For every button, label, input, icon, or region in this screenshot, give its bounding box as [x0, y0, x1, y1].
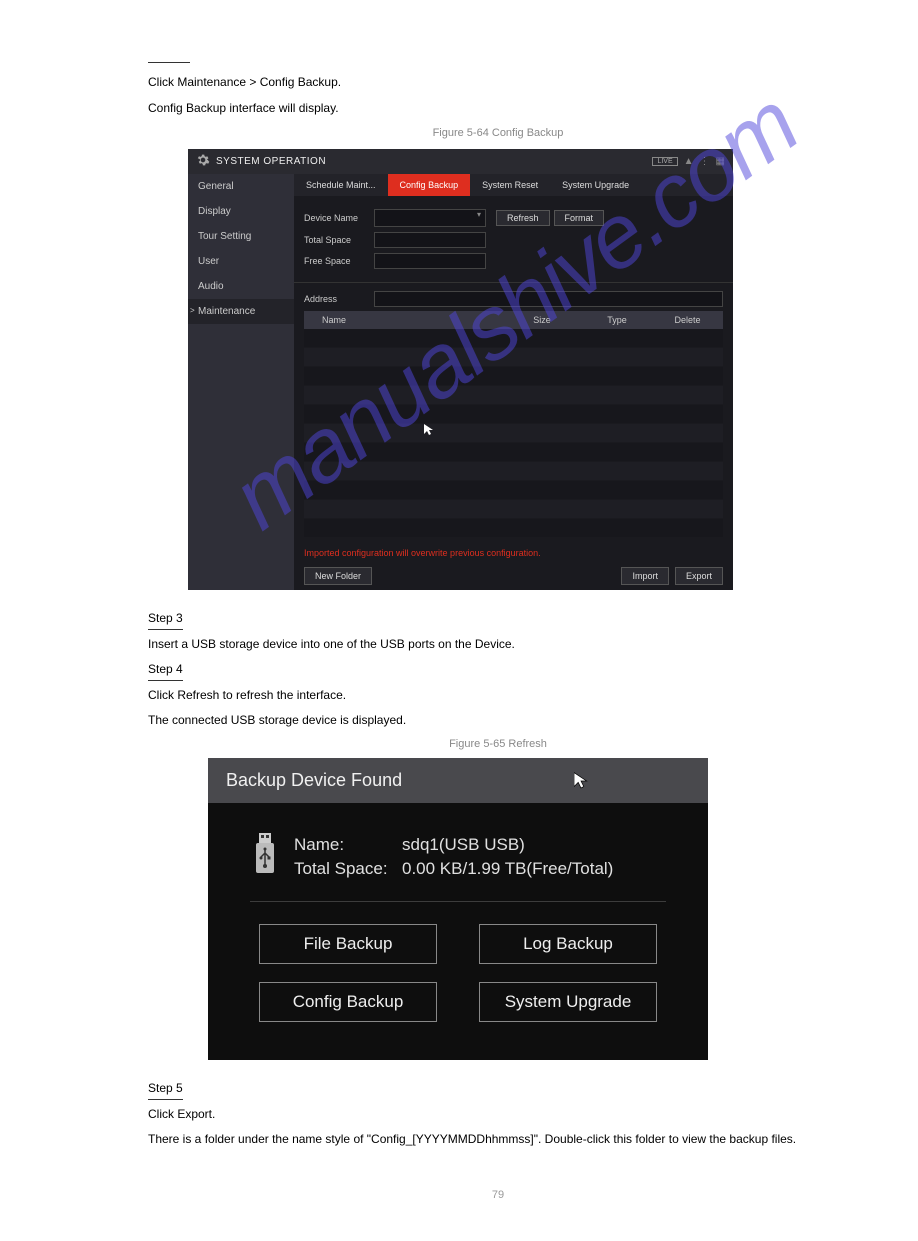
table-header: Name Size Type Delete [304, 311, 723, 329]
figure-64-caption: Figure 5-64 Config Backup [148, 127, 848, 139]
table-row [304, 329, 723, 347]
screenshot-backup-device-found: Backup Device Found [208, 758, 708, 1060]
step2-text2: Config Backup interface will display. [148, 101, 848, 115]
warning-text: Imported configuration will overwrite pr… [294, 544, 733, 562]
refresh-button[interactable]: Refresh [496, 210, 550, 226]
step2-text1: Click Maintenance > Config Backup. [148, 75, 848, 89]
table-row [304, 348, 723, 366]
free-space-field [374, 253, 486, 269]
table-row [304, 405, 723, 423]
table-row [304, 443, 723, 461]
col-size: Size [502, 315, 582, 325]
page-number: 79 [148, 1189, 848, 1201]
new-folder-button[interactable]: New Folder [304, 567, 372, 585]
menu-icon[interactable]: ⋮ [700, 156, 710, 167]
step3-label: Step 3 [148, 608, 183, 630]
gear-icon [196, 153, 210, 170]
usb-icon [250, 831, 280, 883]
sidebar-item-user[interactable]: User [188, 249, 294, 274]
sidebar: General Display Tour Setting User Audio … [188, 174, 294, 590]
total-space-field [374, 232, 486, 248]
sidebar-item-maintenance[interactable]: Maintenance [188, 299, 294, 324]
total-space-value: 0.00 KB/1.99 TB(Free/Total) [402, 859, 613, 879]
col-name: Name [304, 315, 502, 325]
log-backup-button[interactable]: Log Backup [479, 924, 657, 964]
col-type: Type [582, 315, 652, 325]
address-label: Address [304, 294, 374, 304]
tab-config-backup[interactable]: Config Backup [388, 174, 471, 196]
step3-text: Insert a USB storage device into one of … [148, 634, 848, 654]
grid-icon[interactable]: ▦ [716, 156, 725, 167]
table-row [304, 386, 723, 404]
config-backup-button[interactable]: Config Backup [259, 982, 437, 1022]
sidebar-item-general[interactable]: General [188, 174, 294, 199]
table-row [304, 500, 723, 518]
table-row [304, 424, 723, 442]
format-button[interactable]: Format [554, 210, 605, 226]
step4-text2: The connected USB storage device is disp… [148, 710, 848, 730]
step4-text1: Click Refresh to refresh the interface. [148, 685, 848, 705]
window-titlebar: SYSTEM OPERATION LIVE ▲ ⋮ ▦ [188, 149, 733, 174]
total-space-label: Total Space: [294, 859, 402, 879]
tab-system-reset[interactable]: System Reset [470, 174, 550, 196]
step5-label: Step 5 [148, 1078, 183, 1100]
step5-text1: Click Export. [148, 1104, 848, 1124]
device-name-select[interactable] [374, 209, 486, 227]
name-label: Name: [294, 835, 402, 855]
table-row [304, 367, 723, 385]
window-title: SYSTEM OPERATION [216, 156, 326, 167]
sidebar-item-audio[interactable]: Audio [188, 274, 294, 299]
tab-strip: Schedule Maint... Config Backup System R… [294, 174, 733, 196]
table-body [304, 329, 723, 544]
screenshot-config-backup: SYSTEM OPERATION LIVE ▲ ⋮ ▦ General Disp… [188, 149, 733, 590]
address-field[interactable] [374, 291, 723, 307]
table-row [304, 519, 723, 537]
system-upgrade-button[interactable]: System Upgrade [479, 982, 657, 1022]
sidebar-item-tour-setting[interactable]: Tour Setting [188, 224, 294, 249]
tab-schedule-maint[interactable]: Schedule Maint... [294, 174, 388, 196]
name-value: sdq1(USB USB) [402, 835, 525, 855]
table-row [304, 462, 723, 480]
user-icon[interactable]: ▲ [684, 156, 694, 167]
table-row [304, 481, 723, 499]
step4-label: Step 4 [148, 659, 183, 681]
file-backup-button[interactable]: File Backup [259, 924, 437, 964]
step2-underline [148, 60, 190, 63]
export-button[interactable]: Export [675, 567, 723, 585]
step5-text2: There is a folder under the name style o… [148, 1129, 848, 1149]
dialog-title: Backup Device Found [208, 758, 708, 803]
figure-65-caption: Figure 5-65 Refresh [148, 738, 848, 750]
divider [250, 901, 666, 902]
live-badge: LIVE [652, 157, 677, 166]
device-name-label: Device Name [304, 213, 374, 223]
import-button[interactable]: Import [621, 567, 669, 585]
cursor-icon [574, 772, 588, 795]
col-delete: Delete [652, 315, 723, 325]
free-space-label: Free Space [304, 256, 374, 266]
total-space-label: Total Space [304, 235, 374, 245]
tab-system-upgrade[interactable]: System Upgrade [550, 174, 641, 196]
sidebar-item-display[interactable]: Display [188, 199, 294, 224]
